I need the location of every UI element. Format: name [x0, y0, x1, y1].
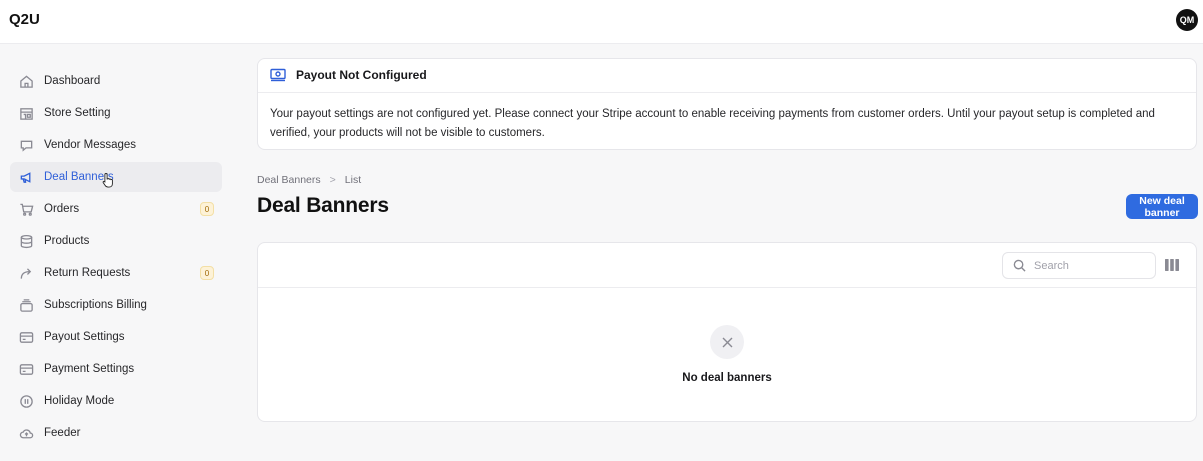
pause-icon [18, 393, 34, 409]
alert-header: Payout Not Configured [270, 68, 427, 82]
sidebar-item-label: Feeder [44, 427, 81, 439]
orders-count-badge: 0 [200, 202, 214, 216]
sidebar-item-label: Vendor Messages [44, 139, 137, 151]
divider [258, 287, 1196, 288]
divider [258, 92, 1196, 93]
columns-icon [1165, 259, 1179, 271]
sidebar-item-label: Orders [44, 203, 80, 215]
stack-icon [18, 297, 34, 313]
payout-alert: Payout Not Configured Your payout settin… [257, 58, 1197, 150]
sidebar-item-dashboard[interactable]: Dashboard [10, 66, 222, 96]
hand-cursor-icon [102, 173, 113, 188]
chat-icon [18, 137, 34, 153]
sidebar-item-label: Store Setting [44, 107, 111, 119]
store-icon [18, 105, 34, 121]
breadcrumb-parent-link[interactable]: Deal Banners [257, 174, 321, 186]
cart-icon [18, 201, 34, 217]
banknote-icon [270, 68, 286, 82]
user-avatar[interactable]: QM [1176, 9, 1198, 31]
sidebar-item-label: Dashboard [44, 75, 101, 87]
return-arrow-icon [18, 265, 34, 281]
alert-title: Payout Not Configured [296, 68, 427, 82]
page-title: Deal Banners [257, 194, 389, 217]
x-icon [722, 337, 732, 347]
sidebar-item-payment-settings[interactable]: Payment Settings [10, 354, 222, 384]
card-icon [18, 361, 34, 377]
empty-state-text: No deal banners [682, 372, 772, 384]
megaphone-icon [18, 169, 34, 185]
return-requests-count-badge: 0 [200, 266, 214, 280]
sidebar-item-vendor-messages[interactable]: Vendor Messages [10, 130, 222, 160]
sidebar-item-label: Subscriptions Billing [44, 299, 147, 311]
column-toggle-button[interactable] [1164, 258, 1180, 272]
sidebar-item-holiday-mode[interactable]: Holiday Mode [10, 386, 222, 416]
search-icon [1013, 259, 1026, 272]
database-icon [18, 233, 34, 249]
sidebar-item-label: Payment Settings [44, 363, 135, 375]
empty-state-icon [710, 325, 744, 359]
new-deal-banner-button[interactable]: New deal banner [1126, 194, 1198, 219]
sidebar: Dashboard Store Setting Vendor Messages … [0, 44, 232, 461]
alert-message: Your payout settings are not configured … [270, 108, 1155, 139]
top-bar: Q2U QM [0, 0, 1203, 44]
search-box[interactable] [1002, 252, 1156, 279]
sidebar-item-products[interactable]: Products [10, 226, 222, 256]
sidebar-item-payout-settings[interactable]: Payout Settings [10, 322, 222, 352]
sidebar-item-orders[interactable]: Orders 0 [10, 194, 222, 224]
sidebar-item-subscriptions-billing[interactable]: Subscriptions Billing [10, 290, 222, 320]
breadcrumb: Deal Banners > List [257, 174, 361, 186]
brand-logo[interactable]: Q2U [9, 11, 40, 28]
cloud-upload-icon [18, 425, 34, 441]
sidebar-item-label: Return Requests [44, 267, 131, 279]
home-icon [18, 73, 34, 89]
card-icon [18, 329, 34, 345]
deal-banners-table: No deal banners [257, 242, 1197, 422]
sidebar-item-deal-banners[interactable]: Deal Banners [10, 162, 222, 192]
sidebar-item-feeder[interactable]: Feeder [10, 418, 222, 448]
breadcrumb-separator: > [329, 174, 336, 186]
sidebar-item-store-setting[interactable]: Store Setting [10, 98, 222, 128]
sidebar-item-label: Products [44, 235, 90, 247]
sidebar-item-label: Payout Settings [44, 331, 125, 343]
breadcrumb-current: List [344, 174, 362, 186]
search-input[interactable] [1034, 259, 1144, 272]
sidebar-item-label: Holiday Mode [44, 395, 115, 407]
sidebar-item-return-requests[interactable]: Return Requests 0 [10, 258, 222, 288]
